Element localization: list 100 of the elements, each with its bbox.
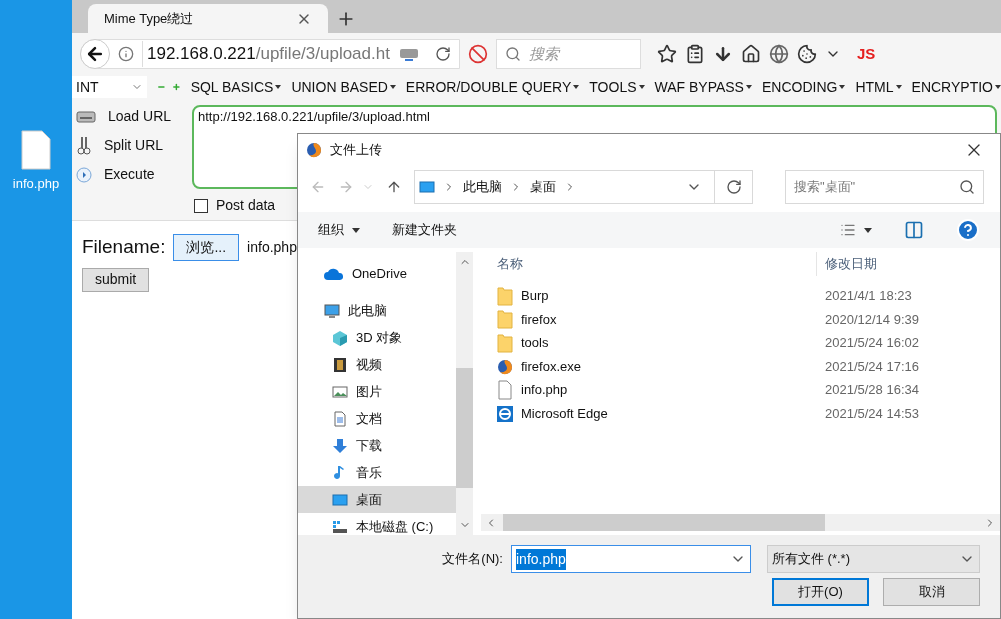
monitor-icon	[419, 179, 435, 195]
tab-title: Mime Type绕过	[104, 9, 194, 28]
down-arrow-icon	[332, 437, 348, 454]
nav-item[interactable]: OneDrive	[298, 260, 456, 287]
nav-item[interactable]: 视频	[298, 351, 456, 378]
hackbar-action[interactable]: Split URL	[76, 134, 176, 157]
hackbar-menu-item[interactable]: ENCODING	[761, 76, 846, 98]
hackbar-action[interactable]: Load URL	[76, 105, 176, 128]
back-button[interactable]	[80, 39, 110, 69]
column-header[interactable]: 修改日期	[817, 252, 877, 276]
nav-label: 此电脑	[348, 301, 387, 320]
file-item[interactable]: Burp	[481, 285, 817, 306]
search-icon	[505, 46, 521, 62]
file-item[interactable]: Microsoft Edge	[481, 404, 817, 424]
nav-label: 图片	[356, 382, 382, 401]
cube-icon	[332, 329, 348, 346]
globe-icon[interactable]	[769, 44, 789, 64]
hackbar-menu-item[interactable]: HTML	[855, 76, 902, 98]
filename-label: Filename:	[82, 235, 166, 259]
play-icon	[76, 166, 92, 183]
vertical-scrollbar[interactable]	[456, 252, 473, 535]
download-icon[interactable]	[713, 44, 733, 64]
edge-icon	[497, 405, 513, 422]
breadcrumb-item[interactable]: 此电脑	[463, 177, 502, 197]
home-icon[interactable]	[741, 44, 761, 64]
nav-label: 音乐	[356, 463, 382, 482]
star-icon[interactable]	[657, 44, 677, 64]
hackbar-menu-item[interactable]: ERROR/DOUBLE QUERY	[405, 76, 580, 98]
breadcrumb-item[interactable]: 桌面	[530, 177, 556, 197]
drive-icon	[332, 518, 348, 535]
modified-date: 2021/5/28 16:34	[824, 381, 919, 400]
command-button[interactable]: 组织	[318, 220, 360, 240]
reload-icon[interactable]	[435, 46, 451, 62]
file-item[interactable]: firefox.exe	[481, 356, 817, 377]
modified-date: 2021/4/1 18:23	[824, 287, 912, 306]
nav-label: 文档	[356, 409, 382, 428]
folder-icon	[497, 285, 513, 306]
nav-item[interactable]: 3D 对象	[298, 324, 456, 351]
dialog-title: 文件上传	[330, 141, 383, 160]
modified-date: 2020/12/14 9:39	[824, 310, 919, 329]
nav-item[interactable]: 桌面	[298, 486, 456, 513]
nav-item[interactable]: 本地磁盘 (C:)	[298, 513, 456, 540]
column-header[interactable]: 名称	[481, 252, 817, 276]
nav-label: 视频	[356, 355, 382, 374]
film-icon	[332, 356, 348, 373]
hackbar-menu-item[interactable]: UNION BASED	[291, 76, 396, 98]
monitor-icon	[332, 491, 348, 508]
nav-item[interactable]: 图片	[298, 378, 456, 405]
file-type-select[interactable]: 所有文件 (*.*)	[767, 545, 980, 573]
file-item[interactable]: tools	[481, 333, 817, 353]
drive-icon[interactable]	[399, 46, 419, 62]
caret-icon[interactable]	[864, 227, 872, 233]
nav-label: 本地磁盘 (C:)	[356, 517, 434, 536]
js-button[interactable]: JS	[857, 42, 876, 66]
monitor-icon	[324, 302, 340, 319]
type-select[interactable]: INT	[72, 76, 148, 98]
breadcrumb-bar[interactable]: 此电脑 桌面	[414, 170, 753, 204]
scroll-thumb[interactable]	[456, 368, 473, 488]
hackbar-menu-item[interactable]: TOOLS	[589, 76, 645, 98]
dialog-button[interactable]: 打开(O)	[772, 578, 869, 606]
nav-item[interactable]: 此电脑	[298, 297, 456, 324]
scroll-thumb[interactable]	[503, 514, 825, 531]
command-button[interactable]: 新建文件夹	[392, 220, 457, 240]
browser-tab[interactable]: Mime Type绕过	[88, 4, 328, 33]
nav-label: OneDrive	[352, 264, 407, 283]
blocked-icon[interactable]	[468, 44, 488, 64]
file-item[interactable]: info.php	[481, 380, 817, 401]
nav-item[interactable]: 文档	[298, 405, 456, 432]
folder-icon	[497, 309, 513, 330]
dialog-button[interactable]: 取消	[883, 578, 980, 606]
modified-date: 2021/5/24 16:02	[824, 334, 919, 353]
horizontal-scrollbar[interactable]	[481, 514, 1000, 531]
preview-pane-icon[interactable]	[904, 220, 924, 240]
firefox-icon	[306, 142, 322, 158]
up-icon[interactable]	[386, 179, 402, 195]
caret-icon	[573, 85, 580, 89]
nav-item[interactable]: 下载	[298, 432, 456, 459]
hackbar-menu-item[interactable]: SQL BASICS	[190, 76, 282, 98]
modified-date: 2021/5/24 17:16	[824, 357, 919, 376]
filename-field[interactable]: info.php	[511, 545, 751, 573]
hackbar-menu-item[interactable]: ENCRYPTIO	[911, 76, 1001, 98]
hackbar-action[interactable]: Execute	[76, 163, 176, 186]
info-icon[interactable]	[118, 46, 134, 62]
cookie-icon[interactable]	[797, 44, 817, 64]
caret-icon	[638, 85, 645, 89]
search-field[interactable]: 搜索"桌面"	[785, 170, 984, 204]
url-field[interactable]: 192.168.0.221/upfile/3/upload.ht	[80, 39, 460, 69]
filename-label: 文件名(N):	[442, 550, 503, 569]
help-icon[interactable]	[956, 218, 980, 242]
hackbar-menu-item[interactable]: WAF BYPASS	[654, 76, 752, 98]
file-item[interactable]: firefox	[481, 309, 817, 330]
submit-button[interactable]: submit	[82, 267, 150, 292]
plus-icon[interactable]	[171, 81, 181, 93]
file-icon	[20, 130, 52, 170]
caret-icon	[995, 85, 1001, 89]
caret-icon	[389, 85, 396, 89]
nav-item[interactable]: 音乐	[298, 459, 456, 486]
view-icon[interactable]	[840, 222, 856, 238]
browse-button[interactable]: 浏览...	[173, 233, 240, 261]
clipboard-icon[interactable]	[685, 44, 705, 64]
